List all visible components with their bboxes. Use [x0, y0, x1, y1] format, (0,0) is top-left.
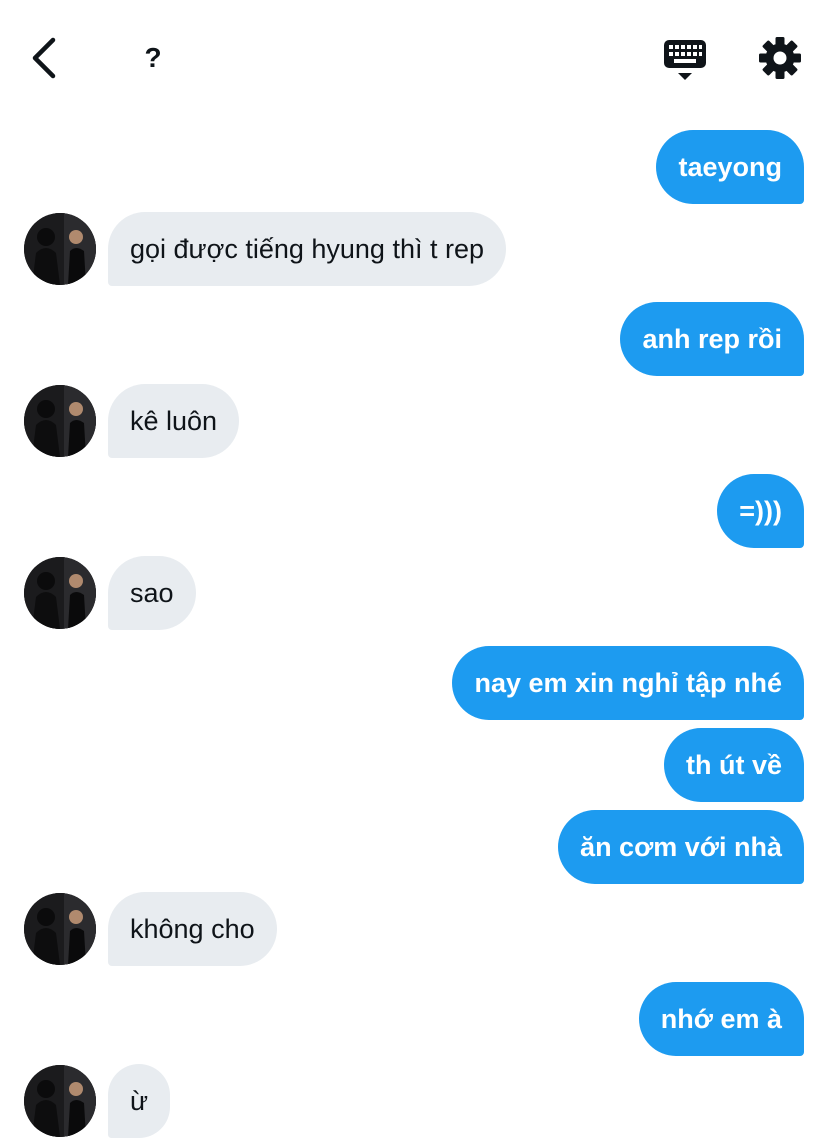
received-bubble[interactable]: gọi được tiếng hyung thì t rep [108, 212, 506, 286]
avatar-photo [24, 1065, 96, 1137]
received-bubble[interactable]: kê luôn [108, 384, 240, 458]
sent-message: ăn cơm với nhà [0, 810, 828, 884]
keyboard-button[interactable] [660, 36, 710, 84]
received-message: không cho [0, 892, 828, 966]
avatar-photo [24, 557, 96, 629]
avatar[interactable] [24, 1065, 96, 1137]
received-bubble[interactable]: sao [108, 556, 196, 630]
sent-message: taeyong [0, 130, 828, 204]
received-message: sao [0, 556, 828, 630]
avatar[interactable] [24, 385, 96, 457]
back-button[interactable] [22, 32, 66, 84]
sent-bubble[interactable]: ăn cơm với nhà [558, 810, 804, 884]
received-bubble[interactable]: ừ [108, 1064, 171, 1138]
sent-message: anh rep rồi [0, 302, 828, 376]
avatar[interactable] [24, 213, 96, 285]
received-bubble[interactable]: không cho [108, 892, 277, 966]
sent-bubble[interactable]: =))) [717, 474, 804, 548]
gear-icon [759, 37, 801, 79]
sent-bubble[interactable]: nhớ em à [638, 982, 804, 1056]
sent-message: th út về [0, 728, 828, 802]
sent-bubble[interactable]: nay em xin nghỉ tập nhé [452, 646, 804, 720]
sent-message: nay em xin nghỉ tập nhé [0, 646, 828, 720]
sent-bubble[interactable]: taeyong [656, 130, 804, 204]
sent-bubble[interactable]: th út về [663, 728, 804, 802]
received-message: gọi được tiếng hyung thì t rep [0, 212, 828, 286]
conversation-title[interactable]: ? [138, 40, 168, 76]
settings-button[interactable] [756, 34, 804, 82]
avatar-photo [24, 213, 96, 285]
avatar[interactable] [24, 893, 96, 965]
avatar-photo [24, 893, 96, 965]
back-arrow-icon [32, 37, 56, 79]
received-message: kê luôn [0, 384, 828, 458]
sent-message: =))) [0, 474, 828, 548]
sent-message: nhớ em à [0, 982, 828, 1056]
avatar-photo [24, 385, 96, 457]
keyboard-icon [664, 40, 706, 80]
chat-header: ? [0, 0, 828, 118]
avatar[interactable] [24, 557, 96, 629]
sent-bubble[interactable]: anh rep rồi [620, 302, 804, 376]
received-message: ừ [0, 1064, 828, 1138]
